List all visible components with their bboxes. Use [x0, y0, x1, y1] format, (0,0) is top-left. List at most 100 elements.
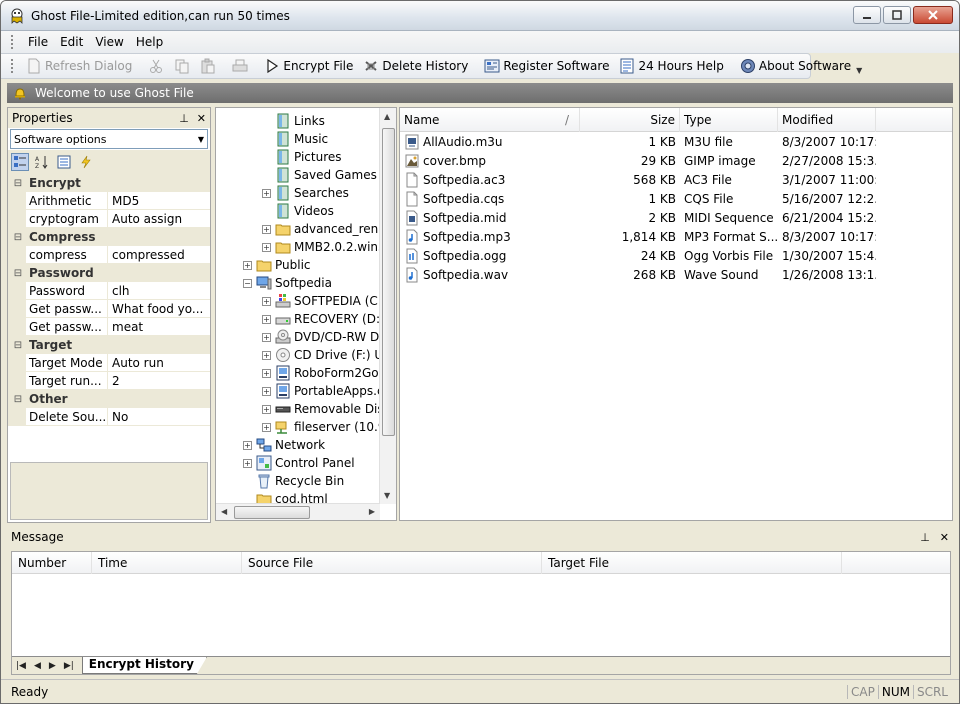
property-value[interactable]: compressed — [108, 246, 210, 264]
menu-edit[interactable]: Edit — [54, 33, 89, 51]
expand-icon[interactable]: + — [262, 188, 271, 198]
tree-item[interactable]: + RoboForm2Go — [262, 364, 379, 382]
file-row[interactable]: cover.bmp 29 KB GIMP image 2/27/2008 15:… — [400, 151, 952, 170]
tree-item[interactable]: + SOFTPEDIA (C:) — [262, 292, 387, 310]
property-category[interactable]: ⊟ Encrypt — [8, 174, 210, 192]
tree-item[interactable]: + Network — [243, 436, 325, 454]
property-value[interactable]: 2 — [108, 372, 210, 390]
prev-tab-icon[interactable]: ◀ — [34, 661, 41, 671]
column-source-file[interactable]: Source File — [242, 552, 542, 574]
collapse-icon[interactable]: ⊟ — [11, 340, 25, 351]
collapse-icon[interactable]: ⊟ — [11, 178, 25, 189]
tree-item[interactable]: + MMB2.0.2.win3 — [262, 238, 386, 256]
tree-horizontal-scrollbar[interactable]: ◀ ▶ — [216, 503, 380, 520]
tree-item[interactable]: Pictures — [262, 148, 342, 166]
property-category[interactable]: ⊟ Password — [8, 264, 210, 282]
tree-vertical-scrollbar[interactable]: ▲ ▼ — [379, 108, 396, 504]
property-value[interactable]: What food yo... — [108, 300, 210, 318]
software-options-dropdown[interactable]: Software options ▼ — [10, 129, 208, 149]
pin-icon[interactable]: ⊥ — [179, 112, 189, 125]
expand-icon[interactable]: + — [262, 332, 271, 342]
tree-item[interactable]: + Public — [243, 256, 311, 274]
delete-history-button[interactable]: Delete History — [358, 56, 473, 76]
property-row[interactable]: Password clh — [8, 282, 210, 300]
property-row[interactable]: Arithmetic MD5 — [8, 192, 210, 210]
expand-icon[interactable]: + — [262, 386, 271, 396]
expand-icon[interactable]: + — [243, 440, 252, 450]
expand-icon[interactable]: + — [262, 350, 271, 360]
first-tab-icon[interactable]: |◀ — [16, 661, 26, 671]
file-row[interactable]: Softpedia.ogg 24 KB Ogg Vorbis File 1/30… — [400, 246, 952, 265]
tree-scroll-thumb[interactable] — [382, 128, 395, 436]
expand-icon[interactable]: + — [243, 260, 252, 270]
tree-item[interactable]: + Searches — [262, 184, 349, 202]
24-hours-help-button[interactable]: 24 Hours Help — [614, 56, 728, 76]
title-bar[interactable]: Ghost File-Limited edition,can run 50 ti… — [1, 1, 959, 31]
close-pane-icon[interactable]: ✕ — [940, 531, 949, 544]
tree-hscroll-thumb[interactable] — [234, 506, 310, 519]
tree-item[interactable]: + fileserver (10.9. — [262, 418, 389, 436]
menu-view[interactable]: View — [89, 33, 129, 51]
column-number[interactable]: Number — [12, 552, 92, 574]
register-software-button[interactable]: Register Software — [479, 56, 614, 76]
tab-encrypt-history[interactable]: Encrypt History — [81, 657, 207, 674]
file-row[interactable]: Softpedia.wav 268 KB Wave Sound 1/26/200… — [400, 265, 952, 284]
scroll-down-arrow-icon[interactable]: ▼ — [384, 491, 390, 500]
toolbar-grip[interactable] — [11, 59, 13, 73]
property-value[interactable]: No — [108, 408, 210, 426]
tree-item[interactable]: Links — [262, 112, 325, 130]
property-category[interactable]: ⊟ Compress — [8, 228, 210, 246]
property-value[interactable]: Auto assign — [108, 210, 210, 228]
expand-icon[interactable]: + — [262, 422, 271, 432]
tree-item[interactable]: Saved Games — [262, 166, 377, 184]
property-category[interactable]: ⊟ Other — [8, 390, 210, 408]
file-row[interactable]: AllAudio.m3u 1 KB M3U file 8/3/2007 10:1… — [400, 132, 952, 151]
tree-item[interactable]: + CD Drive (F:) U3 — [262, 346, 391, 364]
property-row[interactable]: Get passw... meat — [8, 318, 210, 336]
tree-item[interactable]: + Control Panel — [243, 454, 355, 472]
close-pane-icon[interactable]: ✕ — [197, 112, 206, 125]
cut-button[interactable] — [143, 56, 169, 76]
next-tab-icon[interactable]: ▶ — [49, 661, 56, 671]
tree-item[interactable]: Videos — [262, 202, 334, 220]
property-value[interactable]: Auto run — [108, 354, 210, 372]
property-row[interactable]: Target run... 2 — [8, 372, 210, 390]
maximize-button[interactable] — [883, 6, 911, 24]
property-row[interactable]: cryptogram Auto assign — [8, 210, 210, 228]
events-button[interactable] — [77, 153, 95, 171]
about-software-button[interactable]: About Software — [735, 56, 856, 76]
file-row[interactable]: Softpedia.cqs 1 KB CQS File 5/16/2007 12… — [400, 189, 952, 208]
scroll-up-arrow-icon[interactable]: ▲ — [384, 112, 390, 121]
menu-help[interactable]: Help — [130, 33, 169, 51]
property-value[interactable]: meat — [108, 318, 210, 336]
file-row[interactable]: Softpedia.ac3 568 KB AC3 File 3/1/2007 1… — [400, 170, 952, 189]
menu-file[interactable]: File — [22, 33, 54, 51]
expand-icon[interactable]: + — [243, 458, 252, 468]
alphabetical-view-button[interactable]: AZ — [33, 153, 51, 171]
column-time[interactable]: Time — [92, 552, 242, 574]
collapse-icon[interactable]: ⊟ — [11, 268, 25, 279]
close-button[interactable] — [913, 6, 953, 24]
expand-icon[interactable]: + — [262, 404, 271, 414]
property-value[interactable]: MD5 — [108, 192, 210, 210]
minimize-button[interactable] — [853, 6, 881, 24]
scroll-left-arrow-icon[interactable]: ◀ — [221, 507, 227, 516]
pin-icon[interactable]: ⊥ — [920, 531, 930, 544]
tree-item[interactable]: + PortableApps.c — [262, 382, 384, 400]
last-tab-icon[interactable]: ▶| — [64, 661, 74, 671]
property-row[interactable]: Get passw... What food yo... — [8, 300, 210, 318]
property-pages-button[interactable] — [55, 153, 73, 171]
file-row[interactable]: Softpedia.mp3 1,814 KB MP3 Format S... 8… — [400, 227, 952, 246]
collapse-icon[interactable]: ⊟ — [11, 394, 25, 405]
encrypt-file-button[interactable]: Encrypt File — [259, 56, 358, 76]
toolbar-overflow-chevron[interactable]: ▼ — [856, 54, 862, 78]
expand-icon[interactable]: + — [262, 296, 271, 306]
column-name[interactable]: Name / — [400, 108, 580, 132]
property-row[interactable]: Target Mode Auto run — [8, 354, 210, 372]
file-row[interactable]: Softpedia.mid 2 KB MIDI Sequence 6/21/20… — [400, 208, 952, 227]
collapse-icon[interactable]: − — [243, 278, 252, 288]
property-value[interactable]: clh — [108, 282, 210, 300]
tree-item[interactable]: Recycle Bin — [243, 472, 344, 490]
column-type[interactable]: Type — [680, 108, 778, 132]
expand-icon[interactable]: + — [262, 368, 271, 378]
